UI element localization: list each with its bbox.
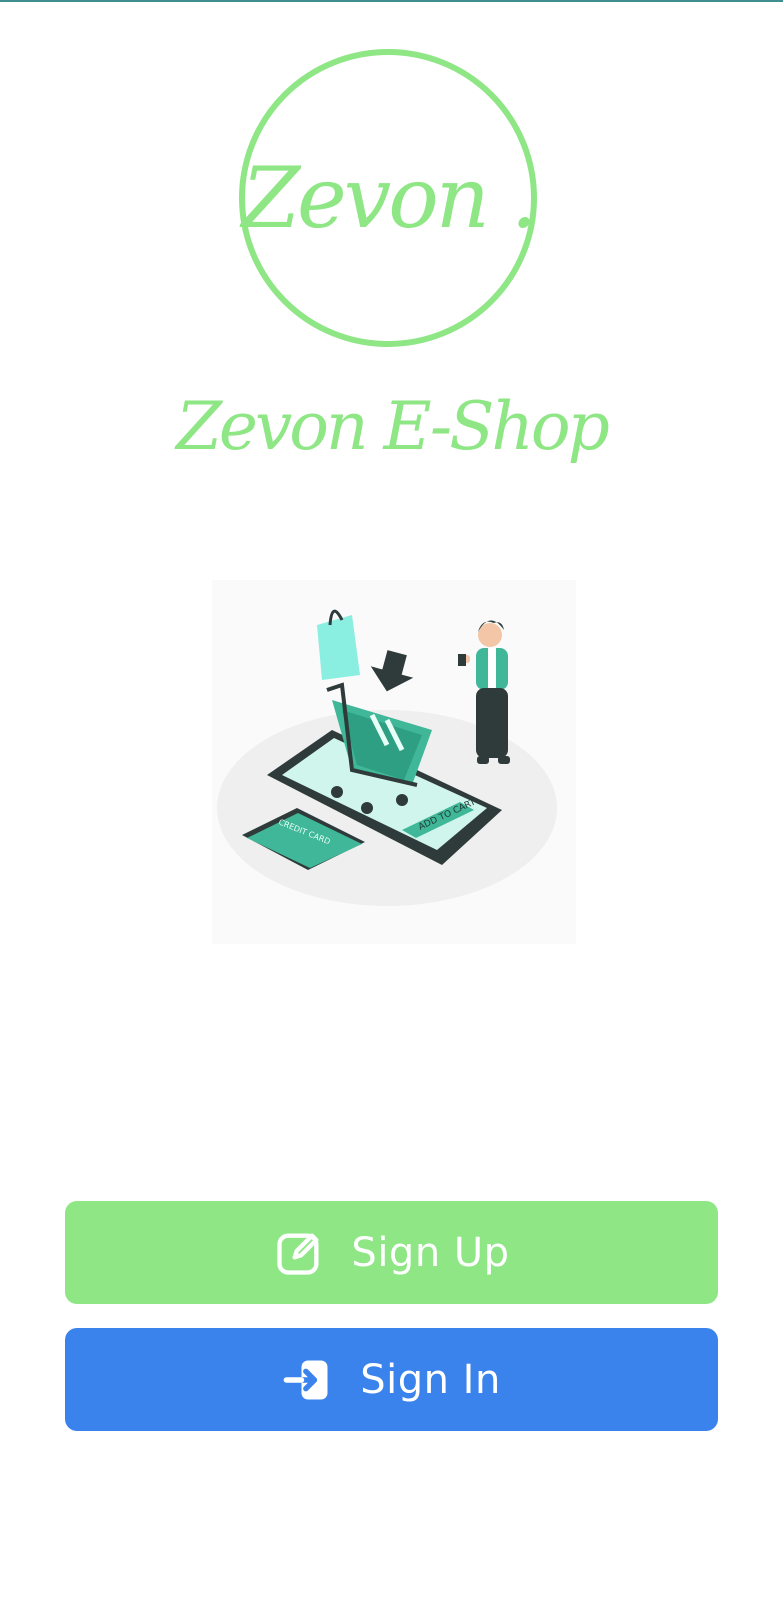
sign-in-button[interactable]: Sign In: [65, 1328, 718, 1431]
sign-up-label: Sign Up: [351, 1229, 510, 1276]
brand-title: Zevon E-Shop: [176, 388, 610, 465]
sign-up-button[interactable]: Sign Up: [65, 1201, 718, 1304]
edit-icon: [273, 1227, 325, 1279]
login-icon: [282, 1354, 334, 1406]
logo-text: Zevon .: [241, 149, 538, 247]
sign-in-label: Sign In: [360, 1356, 501, 1403]
shopping-illustration: ADD TO CART CREDIT CARD: [212, 580, 576, 944]
top-divider: [0, 0, 783, 2]
